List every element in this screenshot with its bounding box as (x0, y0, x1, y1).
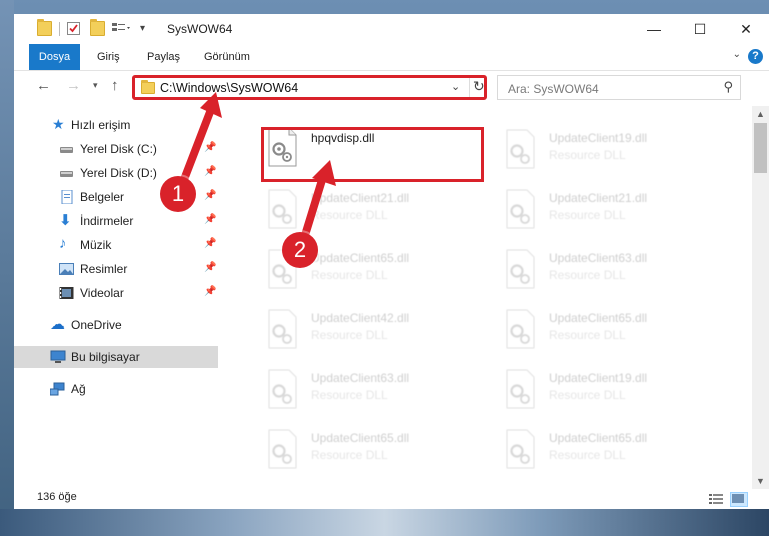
callout-step-2: 2 (282, 232, 318, 268)
annotation-arrows (176, 92, 336, 249)
callout-step-1: 1 (160, 176, 196, 212)
